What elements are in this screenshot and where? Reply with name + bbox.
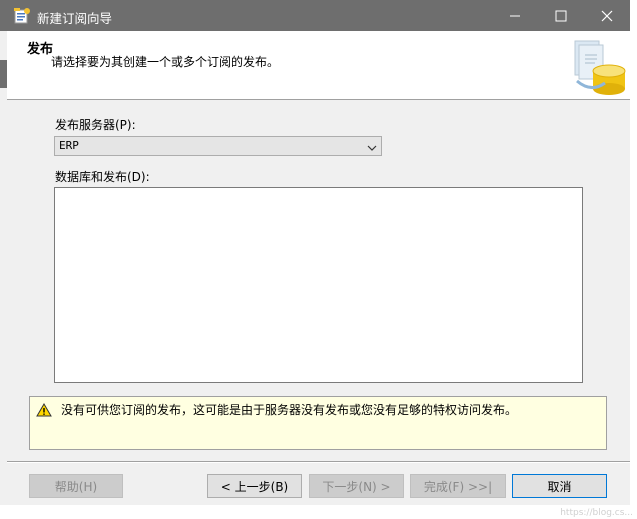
window-title: 新建订阅向导 xyxy=(37,11,113,26)
page-subtitle: 请选择要为其创建一个或多个订阅的发布。 xyxy=(51,55,280,69)
next-button[interactable]: 下一步(N) > xyxy=(309,474,404,498)
publisher-dropdown[interactable]: ERP xyxy=(54,136,382,156)
background-window-edge xyxy=(0,60,7,88)
chevron-down-icon xyxy=(367,141,377,155)
warning-message: 没有可供您订阅的发布，这可能是由于服务器没有发布或您没有足够的特权访问发布。 xyxy=(61,403,518,417)
publisher-label: 发布服务器(P): xyxy=(55,118,136,132)
maximize-icon xyxy=(555,10,567,21)
warning-panel: 没有可供您订阅的发布，这可能是由于服务器没有发布或您没有足够的特权访问发布。 xyxy=(29,396,607,450)
cancel-button[interactable]: 取消 xyxy=(512,474,607,498)
databases-label: 数据库和发布(D): xyxy=(55,170,150,184)
minimize-icon xyxy=(510,15,520,16)
wizard-window: 新建订阅向导 发布 请选择要为其创建一个或多个订阅的发布。 发布服务器(P): … xyxy=(0,0,630,519)
watermark-text: https://blog.cs... xyxy=(560,508,633,518)
databases-publications-list[interactable] xyxy=(54,187,583,383)
database-publication-icon xyxy=(571,37,627,95)
finish-button[interactable]: 完成(F) >>| xyxy=(410,474,506,498)
close-icon xyxy=(601,10,613,21)
desktop-background-strip: https://blog.cs... xyxy=(0,505,637,519)
warning-icon xyxy=(36,403,52,420)
page-title: 发布 xyxy=(27,42,54,57)
close-button[interactable] xyxy=(584,0,630,31)
minimize-button[interactable] xyxy=(492,0,538,31)
maximize-button[interactable] xyxy=(538,0,584,31)
title-bar[interactable]: 新建订阅向导 xyxy=(0,0,630,31)
wizard-app-icon xyxy=(13,7,31,24)
publisher-selected-value: ERP xyxy=(59,139,79,152)
help-button[interactable]: 帮助(H) xyxy=(29,474,123,498)
wizard-header: 发布 请选择要为其创建一个或多个订阅的发布。 xyxy=(7,31,630,100)
footer-divider-highlight xyxy=(7,462,630,463)
back-button[interactable]: < 上一步(B) xyxy=(207,474,302,498)
